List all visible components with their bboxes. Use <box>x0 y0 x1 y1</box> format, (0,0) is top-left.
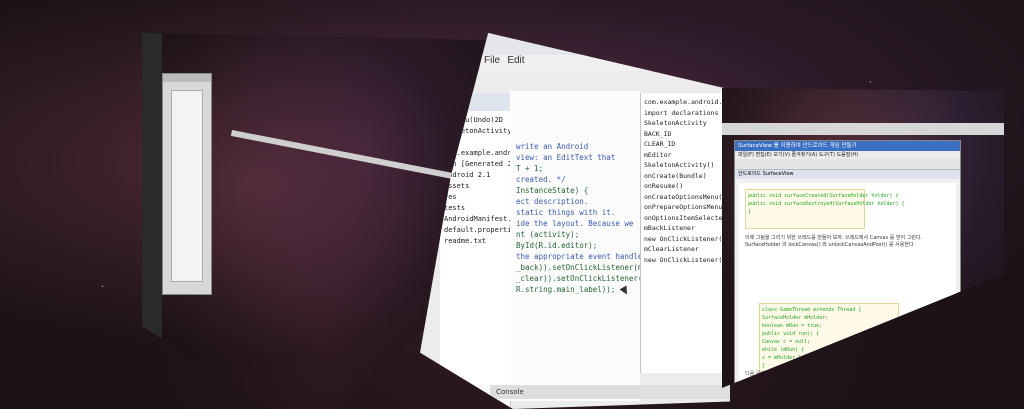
code-line: public void surfaceCreated(SurfaceHolder… <box>748 193 899 199</box>
console-tab[interactable]: Console <box>490 385 730 399</box>
outline-item[interactable]: com.example.android.skeleto <box>644 97 730 108</box>
code-line: SurfaceHolder mHolder; <box>762 315 829 321</box>
outline-item[interactable]: onPrepareOptionsMenu(Menu) <box>644 202 730 213</box>
menu-file[interactable]: File <box>484 55 500 66</box>
outline-item[interactable]: BACK_ID <box>644 129 730 140</box>
browser-toolbar[interactable] <box>735 159 960 170</box>
desktop-cube-view: File Edit Packa CubeRu(Undo)2D SkeletonA… <box>0 0 1024 409</box>
browser-titlebar[interactable]: SurfaceView 를 이용하여 안드로이드 게임 만들기 <box>735 141 960 151</box>
menu-edit[interactable]: Edit <box>507 55 524 66</box>
left-window-pane <box>171 90 203 282</box>
outline-item[interactable]: import declarations <box>644 108 730 119</box>
outline-item[interactable]: mEditor <box>644 150 730 161</box>
outline-item[interactable]: CLEAR_ID <box>644 139 730 150</box>
right-taskbar[interactable] <box>722 123 1004 135</box>
outline-item[interactable]: mBackListener <box>644 223 730 234</box>
outline-list: com.example.android.skeleto import decla… <box>644 97 730 265</box>
outline-view[interactable]: com.example.android.skeleto import decla… <box>640 93 730 373</box>
outline-item[interactable]: new OnClickListener() {...} <box>644 234 730 245</box>
code-line: class GameThread extends Thread { <box>762 307 862 313</box>
article-paragraph: 이제 그림을 그리기 위한 쓰레드를 만들어 보자. 쓰레드에서 Canvas … <box>745 235 923 248</box>
code-line: public void surfaceDestroyed(SurfaceHold… <box>748 201 905 207</box>
code-line: } <box>748 209 752 215</box>
outline-item[interactable]: onCreate(Bundle) <box>644 171 730 182</box>
outline-item[interactable]: new OnClickListener() {...} <box>644 255 730 266</box>
browser-menubar[interactable]: 파일(F) 편집(E) 보기(V) 즐겨찾기(A) 도구(T) 도움말(H) <box>735 151 960 159</box>
browser-tab[interactable]: 안드로이드 SurfaceView <box>735 170 960 179</box>
left-window-titlebar[interactable] <box>163 74 211 82</box>
outline-item[interactable]: onResume() <box>644 181 730 192</box>
outline-item[interactable]: onCreateOptionsMenu(Menu) <box>644 192 730 203</box>
left-file-window[interactable] <box>162 73 212 295</box>
code-editor[interactable]: write an Android view: an EditText that … <box>510 91 715 401</box>
outline-item[interactable]: mClearListener <box>644 244 730 255</box>
code-block: public void surfaceCreated(SurfaceHolder… <box>745 189 905 229</box>
outline-item[interactable]: SkeletonActivity() <box>644 160 730 171</box>
outline-item[interactable]: onOptionsItemSelected(MenuIt <box>644 213 730 224</box>
outline-item[interactable]: SkeletonActivity <box>644 118 730 129</box>
